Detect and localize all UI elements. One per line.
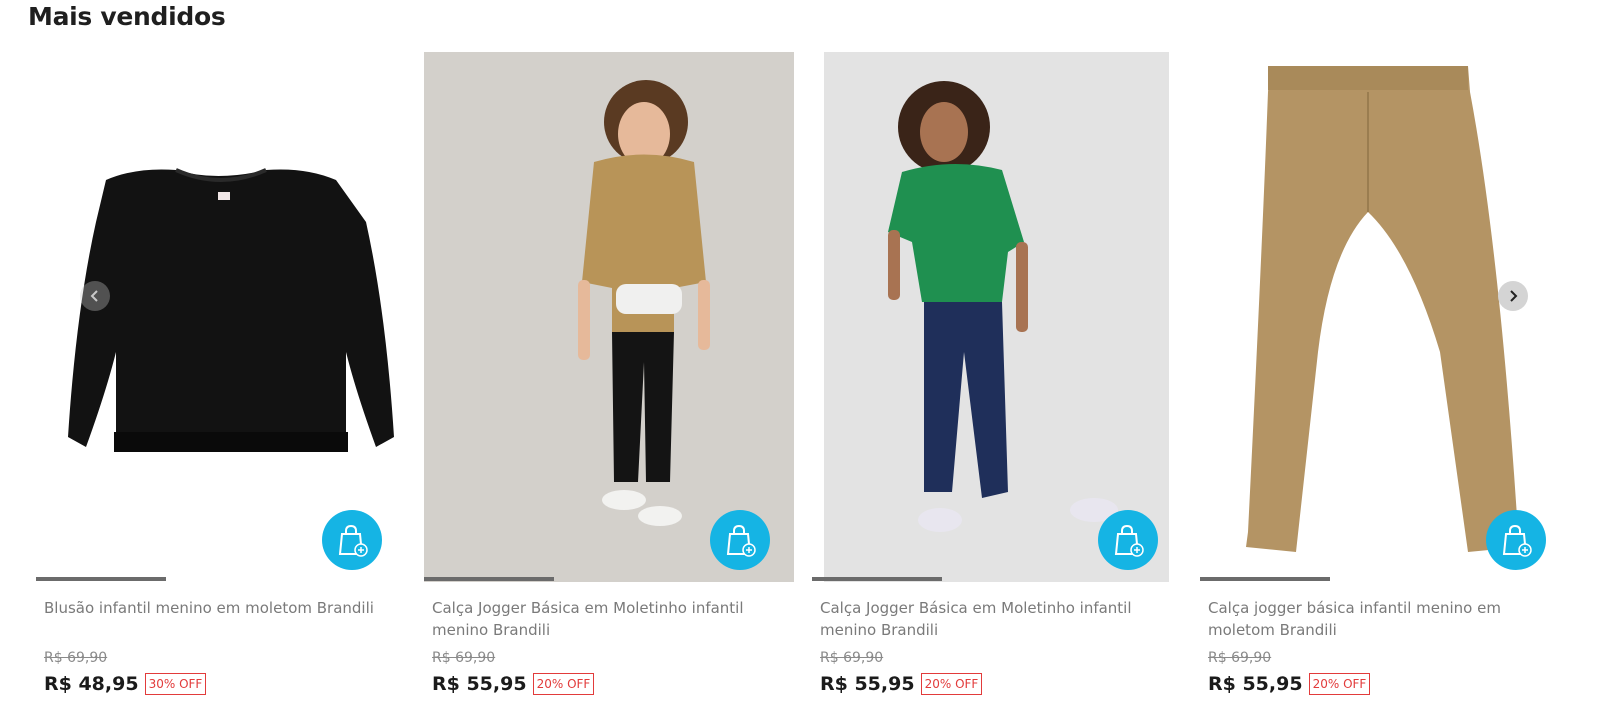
chevron-right-icon [1510, 290, 1518, 302]
product-name[interactable]: Calça Jogger Básica em Moletinho infanti… [432, 597, 792, 641]
current-price: R$ 48,95 [44, 673, 139, 695]
shopping-bag-plus-icon [1502, 524, 1532, 557]
product-card[interactable]: Calça Jogger Básica em Moletinho infanti… [812, 52, 1200, 723]
carousel-prev-button[interactable] [80, 281, 110, 311]
old-price: R$ 69,90 [432, 650, 496, 666]
product-image[interactable] [424, 52, 812, 582]
price-row: R$ 55,95 20% OFF [1208, 673, 1371, 695]
current-price: R$ 55,95 [820, 673, 915, 695]
price-row: R$ 55,95 20% OFF [820, 673, 983, 695]
current-price: R$ 55,95 [432, 673, 527, 695]
product-image[interactable] [812, 52, 1200, 582]
discount-badge: 20% OFF [532, 673, 595, 695]
product-image[interactable] [36, 52, 424, 582]
product-name[interactable]: Calça Jogger Básica em Moletinho infanti… [820, 597, 1180, 641]
section-title: Mais vendidos [28, 2, 226, 31]
chevron-left-icon [90, 290, 98, 302]
current-price: R$ 55,95 [1208, 673, 1303, 695]
image-scrollbar[interactable] [36, 577, 424, 581]
scroll-thumb[interactable] [36, 577, 166, 581]
image-scrollbar[interactable] [1200, 577, 1588, 581]
carousel-next-button[interactable] [1498, 281, 1528, 311]
scroll-thumb[interactable] [1200, 577, 1330, 581]
product-card[interactable]: Calça jogger básica infantil menino em m… [1200, 52, 1588, 723]
add-to-bag-button[interactable] [710, 510, 770, 570]
scroll-thumb[interactable] [424, 577, 554, 581]
product-name[interactable]: Blusão infantil menino em moletom Brandi… [44, 597, 404, 619]
discount-badge: 20% OFF [1308, 673, 1371, 695]
discount-badge: 20% OFF [920, 673, 983, 695]
product-card[interactable]: Calça Jogger Básica em Moletinho infanti… [424, 52, 812, 723]
discount-badge: 30% OFF [144, 673, 207, 695]
add-to-bag-button[interactable] [1486, 510, 1546, 570]
old-price: R$ 69,90 [820, 650, 884, 666]
product-name[interactable]: Calça jogger básica infantil menino em m… [1208, 597, 1568, 641]
image-scrollbar[interactable] [424, 577, 812, 581]
price-row: R$ 48,95 30% OFF [44, 673, 207, 695]
shopping-bag-plus-icon [726, 524, 756, 557]
shopping-bag-plus-icon [1114, 524, 1144, 557]
add-to-bag-button[interactable] [322, 510, 382, 570]
product-image[interactable] [1200, 52, 1588, 582]
shopping-bag-plus-icon [338, 524, 368, 557]
old-price: R$ 69,90 [44, 650, 108, 666]
scroll-thumb[interactable] [812, 577, 942, 581]
add-to-bag-button[interactable] [1098, 510, 1158, 570]
old-price: R$ 69,90 [1208, 650, 1272, 666]
image-scrollbar[interactable] [812, 577, 1200, 581]
price-row: R$ 55,95 20% OFF [432, 673, 595, 695]
product-card[interactable]: Blusão infantil menino em moletom Brandi… [36, 52, 424, 723]
